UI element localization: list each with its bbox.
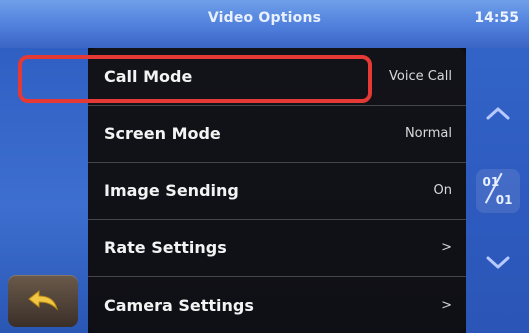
screen-title: Video Options <box>207 10 322 26</box>
back-button[interactable] <box>8 275 78 327</box>
menu-item-image-sending[interactable]: Image Sending On <box>88 162 466 218</box>
menu-item-value: Normal <box>404 126 452 141</box>
menu-item-value: On <box>433 183 452 198</box>
menu-item-rate-settings[interactable]: Rate Settings > <box>88 219 466 275</box>
page-indicator: 01 01 <box>466 156 529 226</box>
menu-list: Call Mode Voice Call Screen Mode Normal … <box>88 48 466 333</box>
left-strip <box>0 48 88 333</box>
menu-item-label: Screen Mode <box>104 124 221 143</box>
chevron-right-icon: > <box>441 240 452 255</box>
menu-item-screen-mode[interactable]: Screen Mode Normal <box>88 105 466 161</box>
back-arrow-icon <box>26 287 60 315</box>
menu-item-value: Voice Call <box>389 68 452 84</box>
menu-item-label: Camera Settings <box>104 295 254 315</box>
menu-item-camera-settings[interactable]: Camera Settings > <box>88 276 466 333</box>
chevron-right-icon: > <box>441 297 452 313</box>
menu-item-label: Rate Settings <box>104 238 227 257</box>
menu-item-label: Call Mode <box>104 66 193 86</box>
menu-panel: Call Mode Voice Call Screen Mode Normal … <box>88 48 466 333</box>
menu-item-call-mode[interactable]: Call Mode Voice Call <box>88 48 466 104</box>
scroll-up-button[interactable] <box>466 78 529 148</box>
clock-time: 14:55 <box>474 10 519 26</box>
scroll-down-button[interactable] <box>466 228 529 298</box>
screen: Video Options 14:55 Call Mode Voice Call… <box>0 0 529 333</box>
page-total: 01 <box>495 193 513 207</box>
top-bar: Video Options 14:55 <box>0 0 529 48</box>
chevron-up-icon <box>485 98 511 128</box>
chevron-down-icon <box>485 248 511 278</box>
menu-item-label: Image Sending <box>104 181 239 200</box>
page-indicator-box: 01 01 <box>475 169 520 213</box>
right-strip: 01 01 <box>466 48 529 333</box>
